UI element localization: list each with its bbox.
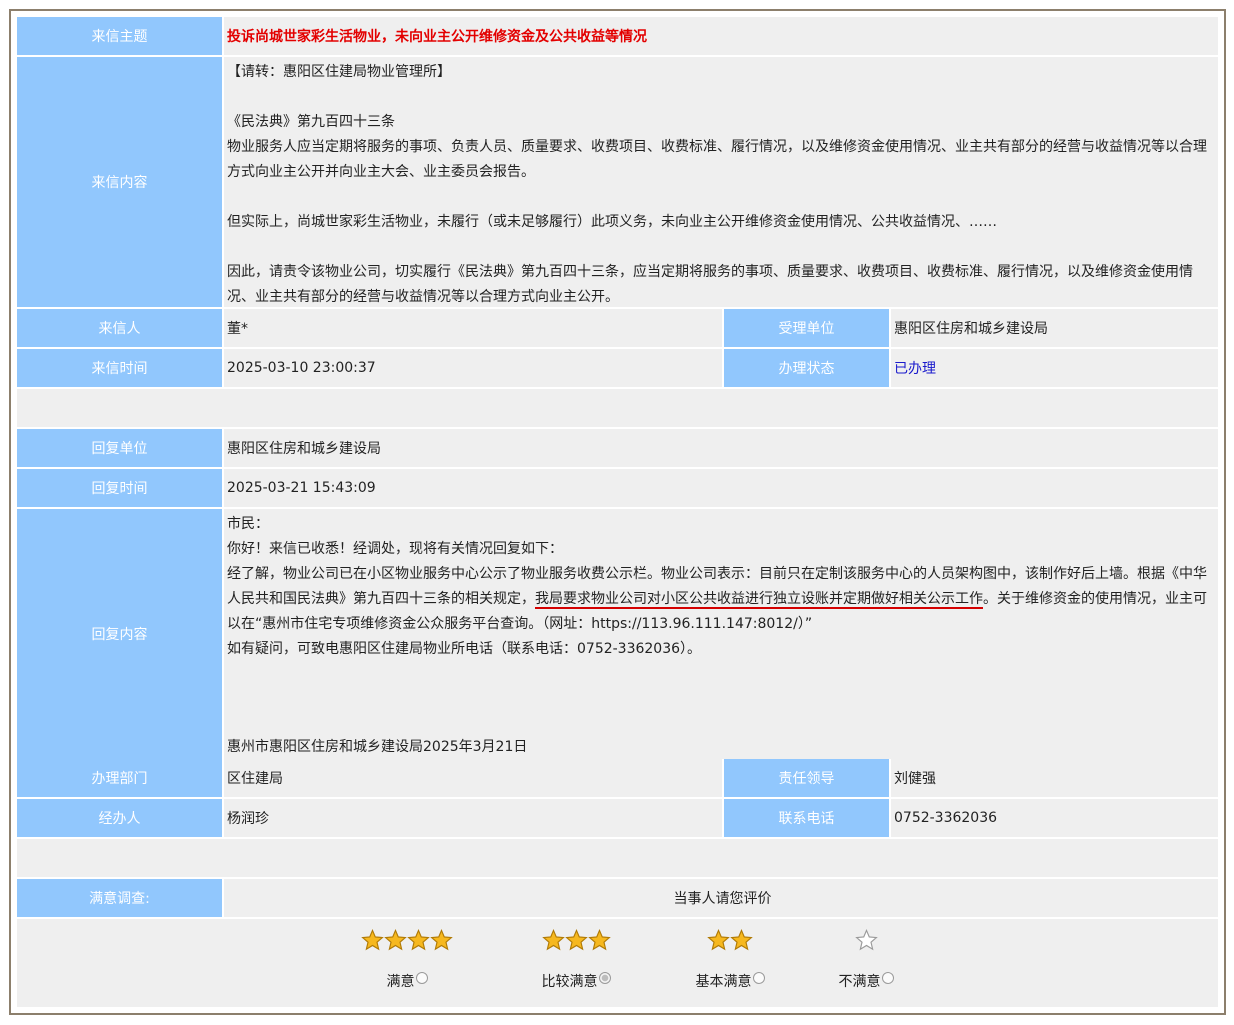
survey-prompt: 当事人请您评价 [224,879,1218,917]
survey-radio[interactable] [598,972,611,984]
survey-option-label: 不满意 [838,974,881,990]
writer-label: 来信人 [17,309,222,347]
star-filled-icon [407,929,430,951]
reply-content-label: 回复内容 [17,509,222,759]
star-filled-icon [730,929,753,951]
spacer-row [17,389,1218,427]
reply-time-label: 回复时间 [17,469,222,507]
survey-option[interactable]: 比较满意 [516,929,636,991]
reply-time: 2025-03-21 15:43:09 [224,469,1218,507]
survey-label: 满意调查: [17,879,222,917]
officer-row: 经办人 杨润珍 联系电话 0752-3362036 [17,799,1218,837]
complaint-detail-panel: 来信主题 投诉尚城世家彩生活物业，未向业主公开维修资金及公共收益等情况 来信内容… [9,9,1226,1015]
survey-options: 满意 比较满意 基本满意 不满意 [17,919,1218,1007]
rating-stars [670,929,790,953]
reply-content: 市民： 你好！来信已收悉！经调处，现将有关情况回复如下： 经了解，物业公司已在小… [224,509,1218,759]
dept-value: 区住建局 [224,759,722,797]
phone-value: 0752-3362036 [891,799,1218,837]
content-label: 来信内容 [17,57,222,307]
reply-unit: 惠阳区住房和城乡建设局 [224,429,1218,467]
survey-radio[interactable] [752,972,765,984]
survey-option-label: 满意 [386,974,415,990]
letter-time-label: 来信时间 [17,349,222,387]
reply-content-row: 回复内容 市民： 你好！来信已收悉！经调处，现将有关情况回复如下： 经了解，物业… [17,509,1218,759]
subject-row: 来信主题 投诉尚城世家彩生活物业，未向业主公开维修资金及公共收益等情况 [17,17,1218,55]
status-label: 办理状态 [724,349,889,387]
rating-stars [806,929,926,953]
star-filled-icon [541,929,565,951]
time-row: 来信时间 2025-03-10 23:00:37 办理状态 已办理 [17,349,1218,387]
handler-unit-label: 受理单位 [724,309,889,347]
officer-value: 杨润珍 [224,799,722,837]
writer-row: 来信人 董* 受理单位 惠阳区住房和城乡建设局 [17,309,1218,347]
leader-value: 刘健强 [891,759,1218,797]
star-filled-icon [707,929,730,951]
subject-label: 来信主题 [17,17,222,55]
letter-writer: 董* [224,309,722,347]
survey-radio[interactable] [415,972,428,984]
leader-label: 责任领导 [724,759,889,797]
reply-unit-label: 回复单位 [17,429,222,467]
reply-time-row: 回复时间 2025-03-21 15:43:09 [17,469,1218,507]
reply-unit-row: 回复单位 惠阳区住房和城乡建设局 [17,429,1218,467]
survey-row: 满意调查: 当事人请您评价 [17,879,1218,917]
letter-content: 【请转：惠阳区住建局物业管理所】 《民法典》第九百四十三条 物业服务人应当定期将… [224,57,1218,307]
survey-radio[interactable] [881,972,894,984]
content-row: 来信内容 【请转：惠阳区住建局物业管理所】 《民法典》第九百四十三条 物业服务人… [17,57,1218,307]
handler-unit: 惠阳区住房和城乡建设局 [891,309,1218,347]
letter-time: 2025-03-10 23:00:37 [224,349,722,387]
officer-label: 经办人 [17,799,222,837]
dept-row: 办理部门 区住建局 责任领导 刘健强 [17,759,1218,797]
star-filled-icon [361,929,384,951]
survey-option[interactable]: 基本满意 [670,929,790,991]
reply-signature: 惠州市惠阳区住房和城乡建设局2025年3月21日 [227,739,528,755]
status-badge: 已办理 [891,349,1218,387]
spacer-row [17,839,1218,877]
survey-option[interactable]: 不满意 [806,929,926,991]
rating-stars [516,929,636,953]
star-filled-icon [430,929,453,951]
phone-label: 联系电话 [724,799,889,837]
survey-option[interactable]: 满意 [347,929,467,991]
letter-subject: 投诉尚城世家彩生活物业，未向业主公开维修资金及公共收益等情况 [224,17,1218,55]
survey-option-label: 比较满意 [541,974,598,990]
rating-stars [347,929,467,953]
star-filled-icon [564,929,588,951]
reply-text-highlight: 我局要求物业公司对小区公共收益进行独立设账并定期做好相关公示工作 [535,591,983,609]
star-filled-icon [384,929,407,951]
star-filled-icon [587,929,611,951]
dept-label: 办理部门 [17,759,222,797]
star-outline-icon [854,929,878,951]
survey-option-label: 基本满意 [695,974,752,990]
